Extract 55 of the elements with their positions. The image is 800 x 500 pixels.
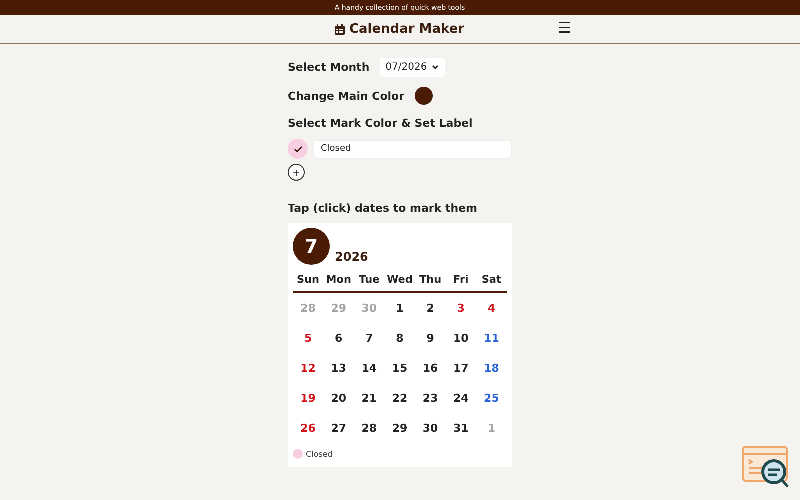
- date-cell[interactable]: 7: [354, 332, 385, 344]
- weekday-header: Wed: [386, 274, 414, 286]
- date-cell[interactable]: 28: [354, 422, 385, 434]
- date-cell[interactable]: 24: [446, 392, 476, 404]
- date-cell[interactable]: 8: [384, 332, 416, 344]
- add-button[interactable]: +: [288, 164, 305, 181]
- date-cell[interactable]: 12: [293, 362, 324, 374]
- date-cell[interactable]: 3: [446, 302, 476, 314]
- weekday-header: Mon: [325, 274, 352, 286]
- month-number: 7: [293, 228, 330, 265]
- date-cell[interactable]: 4: [476, 302, 507, 314]
- calendar-icon: [335, 24, 346, 34]
- app-title: Calendar Maker: [349, 22, 465, 36]
- date-cell[interactable]: 9: [415, 332, 446, 344]
- check-icon: [294, 146, 302, 152]
- mark-color-button[interactable]: [288, 139, 308, 159]
- menu-button[interactable]: ☰: [558, 19, 571, 37]
- date-cell[interactable]: 17: [446, 362, 476, 374]
- date-cell[interactable]: 18: [476, 362, 507, 374]
- date-cell[interactable]: 5: [293, 332, 324, 344]
- weekday-header: Thu: [418, 274, 443, 286]
- color-swatch[interactable]: [414, 87, 433, 105]
- field-label: Change Main Color: [288, 90, 405, 102]
- date-cell[interactable]: 25: [476, 392, 507, 404]
- date-cell[interactable]: 6: [324, 332, 354, 344]
- date-cell[interactable]: 19: [293, 392, 324, 404]
- weekday-header: Sun: [296, 274, 321, 286]
- date-cell[interactable]: 2: [415, 302, 446, 314]
- date-cell[interactable]: 14: [354, 362, 385, 374]
- date-cell[interactable]: 21: [354, 392, 385, 404]
- date-cell[interactable]: 15: [384, 362, 416, 374]
- date-cell[interactable]: 11: [476, 332, 507, 344]
- date-cell[interactable]: 30: [415, 422, 446, 434]
- chevron-down-icon: [432, 65, 440, 70]
- section-label: Select Mark Color & Set Label: [288, 117, 473, 130]
- legend-label: Closed: [306, 450, 333, 458]
- date-cell[interactable]: 23: [415, 392, 446, 404]
- instruction-text: Tap (click) dates to mark them: [288, 202, 478, 215]
- weekday-header: Fri: [452, 274, 470, 286]
- date-cell[interactable]: 27: [324, 422, 354, 434]
- date-cell[interactable]: 13: [324, 362, 354, 374]
- weekday-header: Sat: [480, 274, 503, 286]
- date-cell[interactable]: 1: [384, 302, 416, 314]
- date-cell[interactable]: 16: [415, 362, 446, 374]
- date-cell[interactable]: 26: [293, 422, 324, 434]
- year-text: 2026: [335, 250, 368, 264]
- field-label: Select Month: [288, 61, 370, 74]
- weekday-header: Tue: [358, 274, 381, 286]
- date-cell[interactable]: 22: [384, 392, 416, 404]
- date-cell[interactable]: 20: [324, 392, 354, 404]
- month-select[interactable]: 07/2026: [380, 58, 446, 77]
- date-cell[interactable]: 10: [446, 332, 476, 344]
- date-cell[interactable]: 29: [384, 422, 416, 434]
- label-input[interactable]: Closed: [313, 140, 512, 158]
- date-cell[interactable]: 31: [446, 422, 476, 434]
